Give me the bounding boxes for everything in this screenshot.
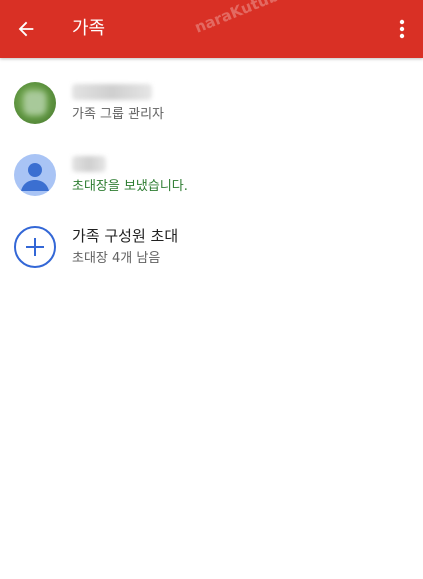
add-circle [14,226,56,268]
default-person-avatar [14,154,56,196]
family-member-row-admin[interactable]: 가족 그룹 관리자 [0,68,423,140]
invite-status: 초대장을 보냈습니다. [72,179,188,194]
blurred-name [72,84,152,100]
blurred-name [72,156,106,172]
member-role: 가족 그룹 관리자 [72,107,164,122]
person-icon [21,163,49,191]
invites-remaining: 초대장 4개 남음 [72,251,161,266]
more-options-button[interactable] [393,13,411,45]
member-name [72,82,407,102]
app-bar: 가족 naraKutube [0,0,423,58]
invite-label: 가족 구성원 초대 [72,227,179,245]
member-avatar [14,82,56,124]
watermark: naraKutube [192,0,291,37]
arrow-back-icon [18,21,34,37]
page-title: 가족 [72,18,106,39]
invite-family-member-button[interactable]: 가족 구성원 초대 초대장 4개 남음 [0,212,423,284]
family-member-row-invited[interactable]: 초대장을 보냈습니다. [0,140,423,212]
member-name [72,154,407,174]
family-member-list: 가족 그룹 관리자 초대장을 보냈습니다. 가족 구성원 초대 초대장 4개 남… [0,58,423,284]
more-vert-icon [399,19,405,39]
add-icon [26,238,44,256]
back-button[interactable] [6,9,46,49]
